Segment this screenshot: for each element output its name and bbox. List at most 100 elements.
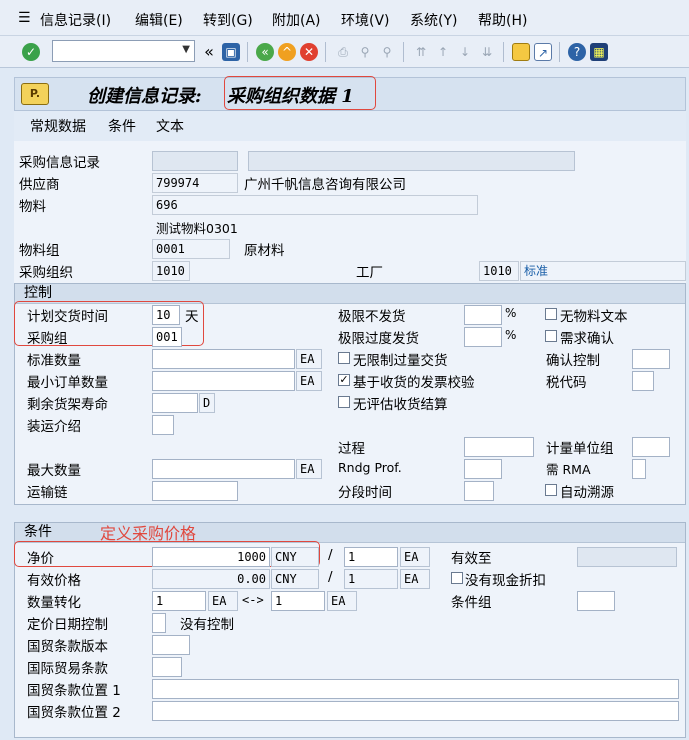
menu-icon[interactable]: ☰ (18, 10, 31, 26)
material-group-desc: 原材料 (244, 243, 285, 259)
highlight-box (224, 76, 376, 110)
shipping-instr-field[interactable] (152, 415, 174, 435)
page-title-prefix: 创建信息记录: (87, 86, 202, 107)
conf-chain-field[interactable] (152, 481, 238, 501)
cond-group-label: 条件组 (451, 595, 492, 611)
net-price-field[interactable]: 1000 (152, 547, 270, 567)
conf-ctrl-field[interactable] (632, 349, 670, 369)
last-page-icon[interactable]: ⇊ (478, 43, 496, 61)
planned-delivery-field[interactable]: 10 (152, 305, 180, 325)
cond-group-field[interactable] (577, 591, 615, 611)
valid-to-label: 有效至 (451, 551, 492, 567)
procedure-field[interactable] (464, 437, 534, 457)
help-icon[interactable]: ? (568, 43, 586, 61)
exit-icon[interactable]: ^ (278, 43, 296, 61)
purch-group-field[interactable]: 001 (152, 327, 182, 347)
standard-qty-field[interactable] (152, 349, 295, 369)
first-page-icon[interactable]: ⇈ (412, 43, 430, 61)
rndg-prof-label: Rndg Prof. (338, 460, 402, 475)
toolbar-separator (503, 42, 504, 62)
conf-ctrl-label: 确认控制 (546, 353, 600, 369)
next-page-icon[interactable]: ↓ (456, 43, 474, 61)
info-record-label: 采购信息记录 (19, 155, 100, 171)
ack-required-label: 需求确认 (560, 331, 614, 347)
conversion-unit2: EA (327, 591, 357, 611)
menu-environment[interactable]: 环境(V) (341, 10, 390, 30)
enter-check-icon[interactable]: ✓ (22, 43, 40, 61)
general-data-button[interactable]: 常规数据 (30, 116, 86, 136)
conversion-label: 数量转化 (27, 595, 81, 611)
price-date-ctrl-desc: 没有控制 (180, 617, 234, 633)
info-record-field (152, 151, 238, 171)
no-material-text-checkbox[interactable] (545, 308, 557, 320)
application-toolbar: 常规数据 条件 文本 (14, 111, 686, 141)
conversion-qty1-field[interactable]: 1 (152, 591, 206, 611)
vendor-label: 供应商 (19, 177, 60, 193)
auto-sourcing-label: 自动溯源 (560, 485, 614, 501)
save-icon[interactable]: ▣ (222, 43, 240, 61)
net-price-unit: EA (400, 547, 430, 567)
min-order-qty-field[interactable] (152, 371, 295, 391)
eff-price-currency: CNY (271, 569, 319, 589)
conf-chain-label: 运输链 (27, 485, 68, 501)
back-icon[interactable]: « (256, 43, 274, 61)
eff-price-field: 0.00 (152, 569, 270, 589)
incoterms-field[interactable] (152, 657, 182, 677)
customize-layout-icon[interactable]: ▦ (590, 43, 608, 61)
net-price-currency: CNY (271, 547, 319, 567)
no-cash-discount-checkbox[interactable] (451, 572, 463, 584)
rma-label: 需 RMA (546, 462, 591, 477)
print-icon[interactable]: ⎙ (334, 43, 352, 61)
rma-field[interactable] (632, 459, 646, 479)
cancel-icon[interactable]: ✕ (300, 43, 318, 61)
period-ind-field[interactable] (464, 481, 494, 501)
vendor-field: 799974 (152, 173, 238, 193)
overdel-tol-field[interactable] (464, 327, 502, 347)
incoterms-loc2-field[interactable] (152, 701, 679, 721)
uom-group-field[interactable] (632, 437, 670, 457)
texts-button[interactable]: 文本 (156, 116, 184, 136)
chevron-down-icon[interactable]: ▼ (182, 44, 190, 55)
shortcut-icon[interactable]: ↗ (534, 43, 552, 61)
auto-sourcing-checkbox[interactable] (545, 484, 557, 496)
underdel-tol-field[interactable] (464, 305, 502, 325)
menu-edit[interactable]: 编辑(E) (135, 10, 183, 30)
previous-page-icon[interactable]: ↑ (434, 43, 452, 61)
planned-delivery-label: 计划交货时间 (27, 309, 108, 325)
no-eval-gr-checkbox[interactable] (338, 396, 350, 408)
menu-info-record[interactable]: 信息记录(I) (40, 10, 111, 30)
incoterms-version-label: 国贸条款版本 (27, 639, 108, 655)
unlimited-overdelivery-checkbox[interactable] (338, 352, 350, 364)
incoterms-loc1-field[interactable] (152, 679, 679, 699)
max-qty-field[interactable] (152, 459, 295, 479)
standard-qty-label: 标准数量 (27, 353, 81, 369)
rem-shelf-life-field[interactable] (152, 393, 198, 413)
tax-code-field[interactable] (632, 371, 654, 391)
new-session-icon[interactable] (512, 43, 530, 61)
conversion-arrow: <-> (242, 593, 264, 607)
net-price-per-field[interactable]: 1 (344, 547, 398, 567)
standard-qty-unit: EA (296, 349, 322, 369)
eff-price-label: 有效价格 (27, 573, 81, 589)
procedure-label: 过程 (338, 441, 365, 457)
command-field[interactable]: ▼ (52, 40, 195, 62)
menu-system[interactable]: 系统(Y) (410, 10, 457, 30)
find-icon[interactable]: ⚲ (356, 43, 374, 61)
vendor-display-icon[interactable]: P. (21, 83, 49, 105)
rndg-prof-field[interactable] (464, 459, 502, 479)
menu-bar: ☰ 信息记录(I) 编辑(E) 转到(G) 附加(A) 环境(V) 系统(Y) … (0, 0, 689, 36)
conditions-button[interactable]: 条件 (108, 116, 136, 136)
ack-required-checkbox[interactable] (545, 330, 557, 342)
find-next-icon[interactable]: ⚲ (378, 43, 396, 61)
collapse-icon[interactable]: « (200, 43, 218, 61)
incoterms-version-field[interactable] (152, 635, 190, 655)
conversion-qty2-field[interactable]: 1 (271, 591, 325, 611)
menu-goto[interactable]: 转到(G) (203, 10, 253, 30)
no-eval-gr-label: 无评估收货结算 (353, 397, 448, 413)
gr-based-iv-checkbox[interactable]: ✓ (338, 374, 350, 386)
menu-extras[interactable]: 附加(A) (272, 10, 321, 30)
toolbar-separator (403, 42, 404, 62)
menu-help[interactable]: 帮助(H) (478, 10, 527, 30)
purch-group-label: 采购组 (27, 331, 68, 347)
price-date-ctrl-field[interactable] (152, 613, 166, 633)
